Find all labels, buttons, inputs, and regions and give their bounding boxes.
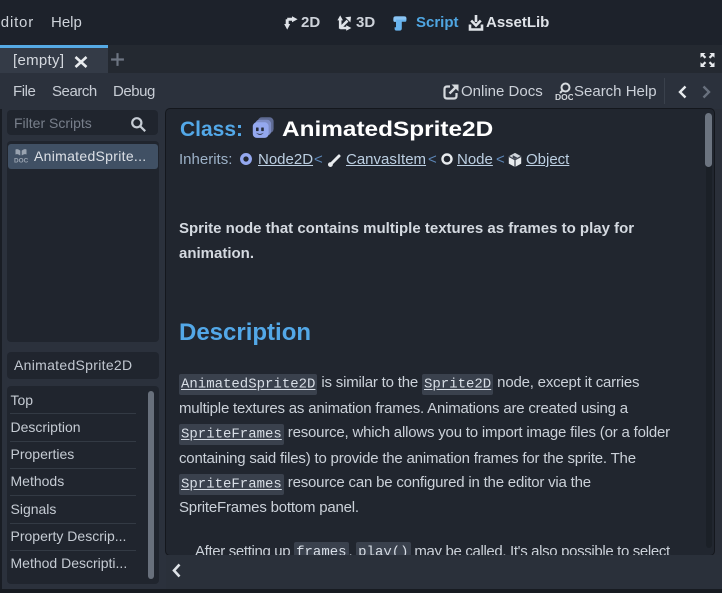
svg-text:DOC: DOC [555, 92, 573, 102]
svg-text:DOC: DOC [14, 158, 28, 164]
